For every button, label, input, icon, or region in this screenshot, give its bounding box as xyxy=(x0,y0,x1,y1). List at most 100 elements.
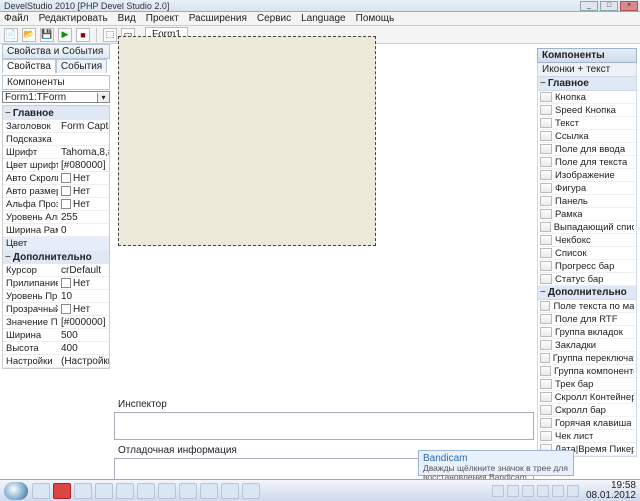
component-selector[interactable]: Form1:TForm ▾ xyxy=(2,91,110,103)
palette-item[interactable]: Закладки xyxy=(538,339,636,352)
maximize-button[interactable]: □ xyxy=(600,1,618,11)
palette-item[interactable]: Чек лист xyxy=(538,430,636,443)
palette-item[interactable]: Группа вкладок xyxy=(538,326,636,339)
palette-item[interactable]: Поле текста по маске xyxy=(538,300,636,313)
property-row[interactable]: Прилипание ...Нет xyxy=(3,277,109,290)
property-value[interactable]: Нет xyxy=(58,278,109,289)
property-row[interactable]: Прозрачный ...Нет xyxy=(3,303,109,316)
stop-icon[interactable]: ■ xyxy=(76,28,90,42)
property-value[interactable]: 500 xyxy=(58,330,109,341)
palette-item[interactable]: Список xyxy=(538,247,636,260)
property-value[interactable]: Нет xyxy=(58,186,109,197)
menu-service[interactable]: Сервис xyxy=(257,13,291,24)
property-row[interactable]: ЗаголовокForm Caption xyxy=(3,120,109,133)
palette-item[interactable]: Поле для RTF xyxy=(538,313,636,326)
palette-item[interactable]: Панель xyxy=(538,195,636,208)
start-button[interactable] xyxy=(4,482,28,500)
palette-item[interactable]: Поле для ввода xyxy=(538,143,636,156)
property-row[interactable]: Значение Пр...[#000000] xyxy=(3,316,109,329)
tray-icon[interactable] xyxy=(567,485,579,497)
property-row[interactable]: Цвет xyxy=(3,237,109,250)
property-row[interactable]: Цвет шрифта[#080000] xyxy=(3,159,109,172)
taskbar-clock[interactable]: 19:58 08.01.2012 xyxy=(586,481,636,501)
palette-item[interactable]: Горячая клавиша xyxy=(538,417,636,430)
property-value[interactable]: [#000000] xyxy=(58,317,109,328)
property-row[interactable]: Авто размерНет xyxy=(3,185,109,198)
task-icon[interactable] xyxy=(53,483,71,499)
property-value[interactable]: [#080000] xyxy=(58,160,109,171)
property-value[interactable]: Form Caption xyxy=(58,121,109,132)
form-designer-canvas[interactable] xyxy=(118,36,376,246)
property-group[interactable]: Главное xyxy=(3,106,109,120)
tray-icon[interactable] xyxy=(492,485,504,497)
palette-item[interactable]: Прогресс бар xyxy=(538,260,636,273)
task-icon[interactable] xyxy=(242,483,260,499)
checkbox-icon[interactable] xyxy=(61,199,71,209)
property-row[interactable]: Авто СкролингНет xyxy=(3,172,109,185)
task-icon[interactable] xyxy=(179,483,197,499)
menu-file[interactable]: Файл xyxy=(4,13,29,24)
palette-item[interactable]: Текст xyxy=(538,117,636,130)
new-icon[interactable]: 📄 xyxy=(4,28,18,42)
property-row[interactable]: Настройки(Настройки) xyxy=(3,355,109,368)
open-icon[interactable]: 📂 xyxy=(22,28,36,42)
palette-item[interactable]: Рамка xyxy=(538,208,636,221)
property-value[interactable]: 400 xyxy=(58,343,109,354)
task-icon[interactable] xyxy=(74,483,92,499)
property-value[interactable]: crDefault xyxy=(58,265,109,276)
property-row[interactable]: Подсказка xyxy=(3,133,109,146)
property-row[interactable]: Высота400 xyxy=(3,342,109,355)
checkbox-icon[interactable] xyxy=(61,278,71,288)
palette-item[interactable]: Кнопка xyxy=(538,91,636,104)
property-value[interactable]: (Настройки) xyxy=(58,356,109,367)
checkbox-icon[interactable] xyxy=(61,173,71,183)
palette-group[interactable]: Главное xyxy=(538,77,636,91)
tab-events[interactable]: События xyxy=(56,59,107,73)
close-button[interactable]: × xyxy=(620,1,638,11)
palette-item[interactable]: Изображение xyxy=(538,169,636,182)
property-value[interactable]: 10 xyxy=(58,291,109,302)
palette-subtitle[interactable]: Иконки + текст xyxy=(537,63,637,77)
palette-item[interactable]: Speed Кнопка xyxy=(538,104,636,117)
checkbox-icon[interactable] xyxy=(61,304,71,314)
palette-item[interactable]: Группа переключателей xyxy=(538,352,636,365)
palette-item[interactable]: Поле для текста xyxy=(538,156,636,169)
task-icon[interactable] xyxy=(221,483,239,499)
property-group[interactable]: Дополнительно xyxy=(3,250,109,264)
checkbox-icon[interactable] xyxy=(61,186,71,196)
tool-icon[interactable]: ⬚ xyxy=(103,28,117,42)
property-row[interactable]: КурсорcrDefault xyxy=(3,264,109,277)
menu-project[interactable]: Проект xyxy=(146,13,179,24)
task-icon[interactable] xyxy=(116,483,134,499)
property-row[interactable]: Ширина Рамки0 xyxy=(3,224,109,237)
property-row[interactable]: Уровень Аль...255 xyxy=(3,211,109,224)
palette-item[interactable]: Выпадающий список xyxy=(538,221,636,234)
palette-item[interactable]: Статус бар xyxy=(538,273,636,286)
property-row[interactable]: Уровень При...10 xyxy=(3,290,109,303)
menu-extensions[interactable]: Расширения xyxy=(189,13,247,24)
property-value[interactable]: 0 xyxy=(58,225,109,236)
property-value[interactable]: Нет xyxy=(58,304,109,315)
property-row[interactable]: Альфа Прозр...Нет xyxy=(3,198,109,211)
save-icon[interactable]: 💾 xyxy=(40,28,54,42)
minimize-button[interactable]: _ xyxy=(580,1,598,11)
property-value[interactable]: Нет xyxy=(58,173,109,184)
tab-properties[interactable]: Свойства xyxy=(2,59,56,73)
palette-item[interactable]: Скролл Контейнер xyxy=(538,391,636,404)
task-icon[interactable] xyxy=(158,483,176,499)
property-value[interactable]: 255 xyxy=(58,212,109,223)
tray-icon[interactable] xyxy=(552,485,564,497)
task-icon[interactable] xyxy=(32,483,50,499)
task-icon[interactable] xyxy=(137,483,155,499)
palette-item[interactable]: Ссылка xyxy=(538,130,636,143)
tray-icon[interactable] xyxy=(537,485,549,497)
palette-item[interactable]: Фигура xyxy=(538,182,636,195)
inspector-box[interactable] xyxy=(114,412,534,440)
tray-icon[interactable] xyxy=(522,485,534,497)
chevron-down-icon[interactable]: ▾ xyxy=(97,93,109,102)
task-icon[interactable] xyxy=(200,483,218,499)
palette-item[interactable]: Трек бар xyxy=(538,378,636,391)
task-icon[interactable] xyxy=(95,483,113,499)
property-value[interactable]: Tahoma,8,#080000 xyxy=(58,147,109,158)
property-row[interactable]: Ширина500 xyxy=(3,329,109,342)
